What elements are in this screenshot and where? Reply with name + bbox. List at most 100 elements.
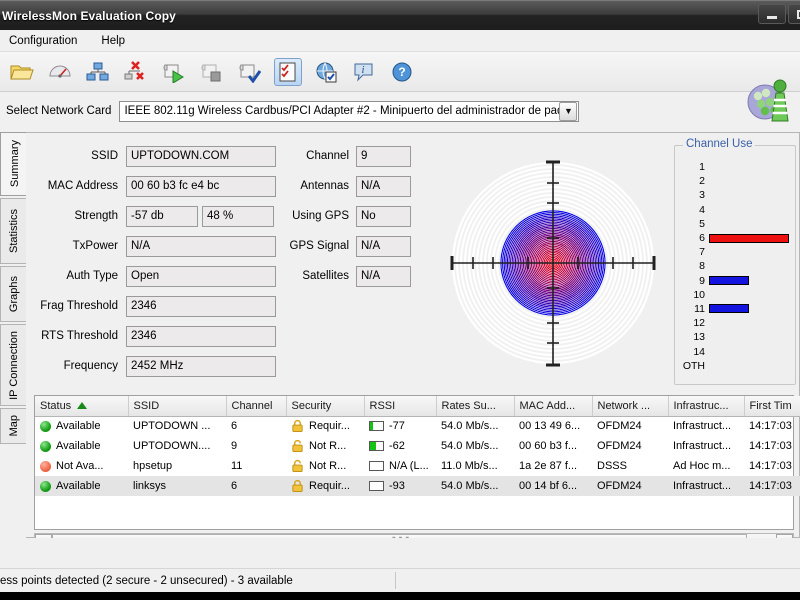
- channel-label: 4: [675, 204, 709, 216]
- tab-graphs-label: Graphs: [8, 276, 20, 312]
- field-rts-threshold-label: RTS Threshold: [26, 330, 126, 342]
- field-auth-type-value[interactable]: Open: [126, 266, 276, 287]
- gauge-button[interactable]: [46, 58, 74, 86]
- status-divider: [395, 572, 396, 589]
- field-using-gps-label: Using GPS: [276, 210, 356, 222]
- channel-row: 8: [675, 259, 797, 273]
- tab-map[interactable]: Map: [0, 408, 26, 444]
- field-antennas-value[interactable]: N/A: [356, 176, 411, 197]
- cell-network-type: OFDM24: [592, 436, 668, 456]
- signal-strength-bar: [369, 481, 384, 491]
- channel-row: 11: [675, 302, 797, 316]
- table-row[interactable]: Not Ava...hpsetup11Not R...N/A (L...11.0…: [35, 456, 800, 476]
- channel-use-bars: 1234567891011121314OTH: [675, 160, 797, 373]
- column-header-mac-address[interactable]: MAC Add...: [514, 396, 592, 416]
- network-connect-button[interactable]: [84, 58, 112, 86]
- field-antennas-label: Antennas: [276, 180, 356, 192]
- field-mac-address-value[interactable]: 00 60 b3 fc e4 bc: [126, 176, 276, 197]
- field-satellites-value[interactable]: N/A: [356, 266, 411, 287]
- window-lower-filler: [0, 538, 800, 568]
- tab-ip-connection[interactable]: IP Connection: [0, 324, 26, 406]
- security-label: Not R...: [309, 460, 346, 472]
- table-row[interactable]: Availablelinksys6Requir...-9354.0 Mb/s..…: [35, 476, 800, 496]
- column-header-rates[interactable]: Rates Su...: [436, 396, 514, 416]
- field-channel-value[interactable]: 9: [356, 146, 411, 167]
- channel-row: 4: [675, 203, 797, 217]
- network-disconnect-button[interactable]: [122, 58, 150, 86]
- tab-ip-connection-label: IP Connection: [8, 331, 20, 400]
- minimize-icon: [767, 16, 777, 19]
- field-frag-threshold: Frag Threshold 2346: [26, 291, 426, 321]
- channel-row: 12: [675, 316, 797, 330]
- menu-configuration[interactable]: Configuration: [6, 33, 80, 49]
- status-label: Not Ava...: [56, 460, 104, 472]
- field-ssid-value[interactable]: UPTODOWN.COM: [126, 146, 276, 167]
- column-header-first-time[interactable]: First Tim: [744, 396, 800, 416]
- field-frag-threshold-value[interactable]: 2346: [126, 296, 276, 317]
- field-strength-db[interactable]: -57 db: [126, 206, 198, 227]
- cell-mac-address: 1a 2e 87 f...: [514, 456, 592, 476]
- field-strength-label: Strength: [26, 210, 126, 222]
- cell-infrastructure: Infrastruct...: [668, 436, 744, 456]
- lock-open-icon: [291, 459, 304, 473]
- log-start-icon: [162, 61, 186, 83]
- cell-channel: 11: [226, 456, 286, 476]
- channel-label: OTH: [675, 360, 709, 372]
- field-gps-signal-value[interactable]: N/A: [356, 236, 411, 257]
- column-header-ssid[interactable]: SSID: [128, 396, 226, 416]
- log-save-icon: [238, 61, 262, 83]
- log-stop-icon: [200, 61, 224, 83]
- log-start-button[interactable]: [160, 58, 188, 86]
- help-button[interactable]: ?: [388, 58, 416, 86]
- chevron-down-icon[interactable]: ▼: [559, 102, 577, 121]
- desktop-background: [0, 592, 800, 600]
- maximize-button[interactable]: [788, 4, 800, 24]
- access-point-table[interactable]: Status SSID Channel Security RSSI Rates …: [34, 395, 794, 530]
- table-row[interactable]: AvailableUPTODOWN ...6Requir...-7754.0 M…: [35, 416, 800, 436]
- network-card-select[interactable]: IEEE 802.11g Wireless Cardbus/PCI Adapte…: [119, 101, 579, 122]
- channel-row: 13: [675, 330, 797, 344]
- cell-first-time: 14:17:03: [744, 436, 800, 456]
- network-card-label: Select Network Card: [6, 105, 111, 117]
- channel-row: 10: [675, 288, 797, 302]
- cell-rates: 54.0 Mb/s...: [436, 436, 514, 456]
- checklist-icon: [276, 61, 300, 83]
- field-strength-percent[interactable]: 48 %: [202, 206, 274, 227]
- open-folder-button[interactable]: [8, 58, 36, 86]
- column-header-rssi[interactable]: RSSI: [364, 396, 436, 416]
- column-header-status[interactable]: Status: [35, 396, 128, 416]
- log-save-button[interactable]: [236, 58, 264, 86]
- field-frequency: Frequency 2452 MHz: [26, 351, 426, 381]
- cell-first-time: 14:17:03: [744, 416, 800, 436]
- info-button[interactable]: i: [350, 58, 378, 86]
- cell-rssi: N/A (L...: [364, 456, 436, 476]
- channel-row: 7: [675, 245, 797, 259]
- column-header-infrastructure[interactable]: Infrastruc...: [668, 396, 744, 416]
- tab-statistics[interactable]: Statistics: [0, 198, 26, 264]
- minimize-button[interactable]: [758, 4, 786, 24]
- column-header-network-type[interactable]: Network ...: [592, 396, 668, 416]
- column-header-security[interactable]: Security: [286, 396, 364, 416]
- tab-summary[interactable]: Summary: [0, 132, 28, 196]
- field-rts-threshold-value[interactable]: 2346: [126, 326, 276, 347]
- cell-rates: 11.0 Mb/s...: [436, 456, 514, 476]
- log-stop-button[interactable]: [198, 58, 226, 86]
- internet-test-button[interactable]: [312, 58, 340, 86]
- column-header-channel[interactable]: Channel: [226, 396, 286, 416]
- signal-strength-bar: [369, 461, 384, 471]
- field-frequency-value[interactable]: 2452 MHz: [126, 356, 276, 377]
- field-using-gps-value[interactable]: No: [356, 206, 411, 227]
- field-txpower-value[interactable]: N/A: [126, 236, 276, 257]
- table-row[interactable]: AvailableUPTODOWN....9Not R...-6254.0 Mb…: [35, 436, 800, 456]
- channel-label: 3: [675, 189, 709, 201]
- tab-graphs[interactable]: Graphs: [0, 266, 26, 322]
- cell-status: Available: [35, 416, 128, 436]
- cell-ssid: UPTODOWN....: [128, 436, 226, 456]
- status-label: Available: [56, 440, 100, 452]
- cell-rssi: -77: [364, 416, 436, 436]
- info-icon: i: [352, 61, 376, 83]
- channel-row: 2: [675, 174, 797, 188]
- menu-help[interactable]: Help: [98, 33, 128, 49]
- cell-security: Requir...: [286, 476, 364, 496]
- summary-view-button[interactable]: [274, 58, 302, 86]
